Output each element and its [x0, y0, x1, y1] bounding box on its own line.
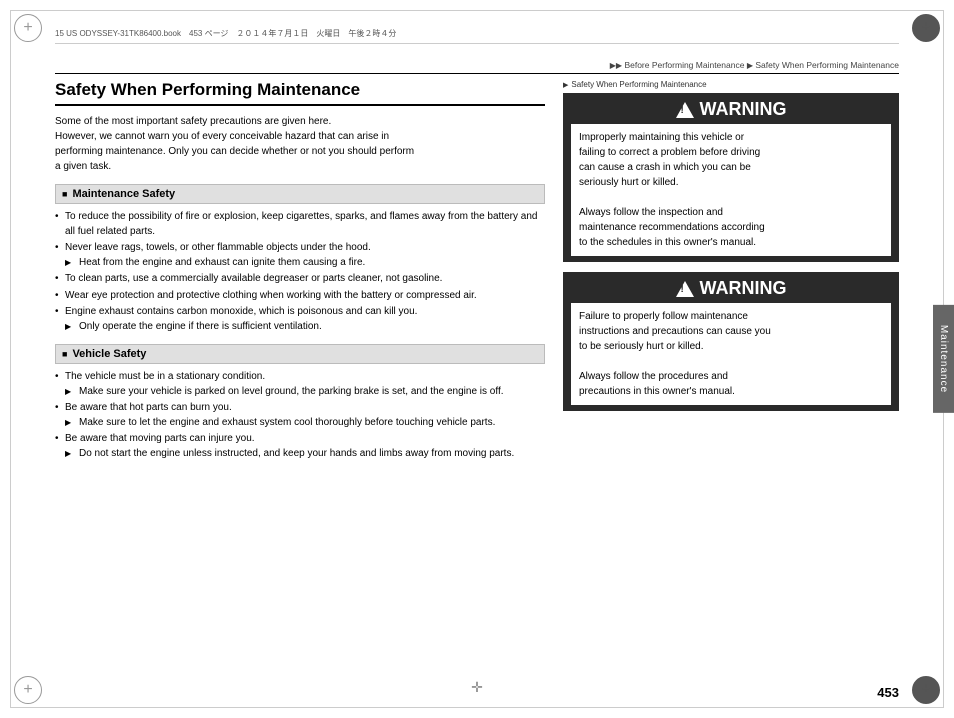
list-item: Never leave rags, towels, or other flamm…	[55, 241, 545, 270]
intro-line2: However, we cannot warn you of every con…	[55, 131, 389, 142]
warning-body-1: Improperly maintaining this vehicle or f…	[571, 124, 891, 256]
intro-text: Some of the most important safety precau…	[55, 114, 545, 174]
sub-item: Do not start the engine unless instructe…	[65, 447, 545, 462]
maintenance-safety-header: Maintenance Safety	[55, 184, 545, 204]
list-item: To reduce the possibility of fire or exp…	[55, 210, 545, 239]
sub-item: Only operate the engine if there is suff…	[65, 320, 545, 335]
warning-box-2: WARNING Failure to properly follow maint…	[563, 272, 899, 411]
warning-triangle-icon-2	[676, 281, 694, 297]
intro-line4: a given task.	[55, 161, 111, 172]
list-item: Be aware that hot parts can burn you. Ma…	[55, 401, 545, 430]
right-column: Safety When Performing Maintenance WARNI…	[563, 80, 899, 673]
corner-circle-br	[912, 676, 940, 704]
warning-triangle-icon-1	[676, 102, 694, 118]
maintenance-safety-label: Maintenance Safety	[72, 188, 175, 200]
list-item: Engine exhaust contains carbon monoxide,…	[55, 305, 545, 334]
list-item: The vehicle must be in a stationary cond…	[55, 370, 545, 399]
file-info: 15 US ODYSSEY-31TK86400.book 453 ページ ２０１…	[55, 29, 396, 38]
intro-line3: performing maintenance. Only you can dec…	[55, 146, 414, 157]
warning-body-2: Failure to properly follow maintenance i…	[571, 303, 891, 405]
warning-title-1: WARNING	[571, 97, 891, 124]
list-item: Wear eye protection and protective cloth…	[55, 289, 545, 304]
side-tab: Maintenance	[933, 305, 954, 413]
top-meta: 15 US ODYSSEY-31TK86400.book 453 ページ ２０１…	[55, 28, 899, 44]
right-col-label: Safety When Performing Maintenance	[563, 80, 899, 89]
warning-label-1: WARNING	[700, 99, 787, 120]
right-col-label-text: Safety When Performing Maintenance	[571, 80, 706, 89]
warning-box-1: WARNING Improperly maintaining this vehi…	[563, 93, 899, 262]
bottom-cross-icon: ✛	[471, 679, 483, 696]
sub-item: Make sure your vehicle is parked on leve…	[65, 385, 545, 400]
warning-title-2: WARNING	[571, 276, 891, 303]
corner-circle-tr	[912, 14, 940, 42]
vehicle-safety-list: The vehicle must be in a stationary cond…	[55, 370, 545, 461]
content-area: Safety When Performing Maintenance Some …	[55, 80, 899, 673]
corner-circle-bl	[14, 676, 42, 704]
vehicle-safety-label: Vehicle Safety	[72, 348, 146, 360]
breadcrumb-part2: Safety When Performing Maintenance	[755, 60, 899, 70]
sub-item: Heat from the engine and exhaust can ign…	[65, 256, 545, 271]
left-column: Safety When Performing Maintenance Some …	[55, 80, 545, 673]
sub-item: Make sure to let the engine and exhaust …	[65, 416, 545, 431]
breadcrumb: ▶▶ Before Performing Maintenance ▶ Safet…	[55, 60, 899, 74]
list-item: To clean parts, use a commercially avail…	[55, 272, 545, 287]
list-item: Be aware that moving parts can injure yo…	[55, 432, 545, 461]
corner-circle-tl	[14, 14, 42, 42]
vehicle-safety-header: Vehicle Safety	[55, 344, 545, 364]
page-number: 453	[877, 685, 899, 700]
page-title: Safety When Performing Maintenance	[55, 80, 545, 106]
maintenance-safety-list: To reduce the possibility of fire or exp…	[55, 210, 545, 334]
warning-label-2: WARNING	[700, 278, 787, 299]
intro-line1: Some of the most important safety precau…	[55, 116, 331, 127]
breadcrumb-part1: Before Performing Maintenance	[624, 60, 744, 70]
